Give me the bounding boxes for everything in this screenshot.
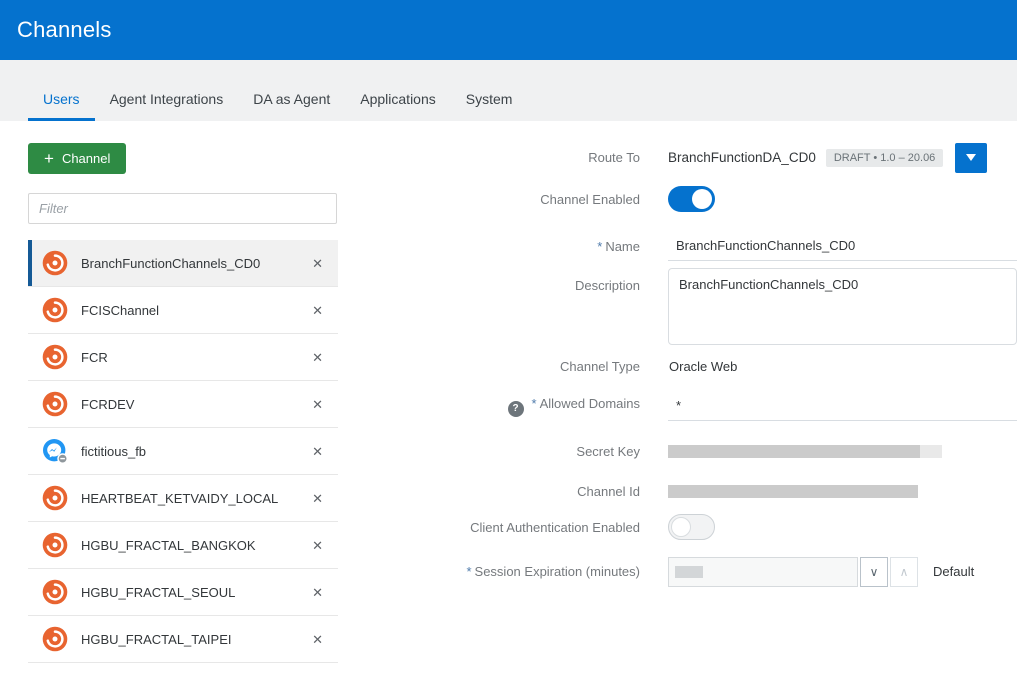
page-title: Channels [17, 17, 112, 42]
content-area: + Channel BranchFunctionChannels_CD0✕FCI… [0, 121, 1017, 676]
oda-channel-icon [42, 297, 68, 323]
oda-channel-icon [42, 250, 68, 276]
oda-channel-icon [42, 485, 68, 511]
stepper-down-button[interactable]: ∨ [860, 556, 888, 587]
chevron-down-icon [966, 154, 977, 161]
name-input[interactable] [668, 231, 1017, 261]
delete-channel-icon[interactable]: ✕ [309, 349, 326, 366]
channel-type-value: Oracle Web [669, 358, 738, 374]
tab-agent-integrations[interactable]: Agent Integrations [95, 81, 239, 121]
route-to-value: BranchFunctionDA_CD0 [668, 150, 816, 165]
plus-icon: + [44, 148, 54, 168]
required-asterisk: * [531, 395, 537, 411]
name-label: * Name [597, 238, 640, 254]
channel-name: FCR [81, 349, 108, 365]
allowed-domains-row: ? * Allowed Domains [440, 391, 1017, 421]
add-channel-button[interactable]: + Channel [28, 143, 127, 174]
channel-list-item[interactable]: HGBU_FRACTAL_SEOUL ✕ [28, 569, 338, 616]
oda-channel-icon [42, 626, 68, 652]
messenger-channel-icon [42, 438, 68, 464]
channel-name: HGBU_FRACTAL_SEOUL [81, 584, 236, 600]
channel-list-item[interactable]: FCISChannel ✕ [28, 287, 338, 334]
description-label: Description [574, 278, 640, 293]
channel-enabled-label: Channel Enabled [540, 191, 640, 207]
delete-channel-icon[interactable]: ✕ [309, 396, 326, 413]
toggle-knob [692, 189, 712, 209]
channel-name: FCISChannel [81, 302, 160, 318]
filter-input[interactable] [28, 193, 337, 224]
channel-type-label: Channel Type [560, 358, 640, 374]
allowed-domains-label: ? * Allowed Domains [440, 396, 640, 417]
channel-enabled-toggle[interactable] [668, 186, 715, 212]
session-expiration-row: * Session Expiration (minutes) ∨ ∧ Defaul… [440, 556, 1017, 587]
channel-list-item[interactable]: FCR ✕ [28, 334, 338, 381]
app-header: Channels [0, 0, 1017, 60]
allowed-domains-input[interactable] [668, 391, 1017, 421]
channel-id-label: Channel Id [577, 483, 640, 499]
oda-channel-icon [42, 532, 68, 558]
secret-key-redacted-tail [920, 444, 942, 458]
tab-users[interactable]: Users [28, 81, 95, 121]
delete-channel-icon[interactable]: ✕ [309, 490, 326, 507]
client-auth-row: Client Authentication Enabled [440, 513, 1017, 541]
channel-id-row: Channel Id [440, 483, 1017, 499]
channel-list: BranchFunctionChannels_CD0 ✕ FCISChannel ✕ F… [28, 240, 338, 663]
session-expiration-default: Default [933, 564, 975, 579]
channel-enabled-row: Channel Enabled [440, 185, 1017, 213]
tab-bar: Users Agent Integrations DA as Agent Applic… [0, 60, 1017, 121]
required-asterisk: * [466, 564, 472, 579]
channel-name: HGBU_FRACTAL_TAIPEI [81, 631, 232, 647]
description-row: Description BranchFunctionChannels_CD0 [440, 268, 1017, 345]
channel-list-item[interactable]: FCRDEV ✕ [28, 381, 338, 428]
secret-key-redacted-value [668, 444, 920, 458]
oda-channel-icon [42, 344, 68, 370]
route-to-label: Route To [588, 150, 640, 165]
channel-name: FCRDEV [81, 396, 135, 412]
channel-name: HGBU_FRACTAL_BANGKOK [81, 537, 256, 553]
channel-detail-form: Route To BranchFunctionDA_CD0 DRAFT • 1.… [440, 121, 1017, 587]
channel-name: fictitious_fb [81, 443, 147, 459]
channel-list-item[interactable]: HGBU_FRACTAL_BANGKOK ✕ [28, 522, 338, 569]
session-expiration-label: * Session Expiration (minutes) [466, 564, 640, 579]
client-auth-toggle[interactable] [668, 514, 715, 540]
session-expiration-input[interactable] [668, 556, 858, 587]
route-to-row: Route To BranchFunctionDA_CD0 DRAFT • 1.… [440, 142, 1017, 173]
channel-id-redacted-value [668, 484, 918, 498]
tab-da-as-agent[interactable]: DA as Agent [238, 81, 345, 121]
required-asterisk: * [597, 238, 603, 254]
tab-system[interactable]: System [451, 81, 528, 121]
delete-channel-icon[interactable]: ✕ [309, 631, 326, 648]
description-textarea[interactable]: BranchFunctionChannels_CD0 [668, 268, 1017, 345]
tab-applications[interactable]: Applications [345, 81, 451, 121]
toggle-knob [671, 517, 691, 537]
oda-channel-icon [42, 391, 68, 417]
name-row: * Name [440, 231, 1017, 261]
client-auth-label: Client Authentication Enabled [470, 519, 640, 535]
channel-list-item[interactable]: fictitious_fb ✕ [28, 428, 338, 475]
delete-channel-icon[interactable]: ✕ [309, 255, 326, 272]
route-to-dropdown-button[interactable] [955, 142, 988, 173]
secret-key-row: Secret Key [440, 443, 1017, 459]
delete-channel-icon[interactable]: ✕ [309, 584, 326, 601]
channel-name: BranchFunctionChannels_CD0 [81, 255, 261, 271]
delete-channel-icon[interactable]: ✕ [309, 537, 326, 554]
channel-list-item[interactable]: BranchFunctionChannels_CD0 ✕ [28, 240, 338, 287]
help-icon[interactable]: ? [507, 400, 524, 417]
delete-channel-icon[interactable]: ✕ [309, 302, 326, 319]
channel-type-row: Channel Type Oracle Web [440, 353, 1017, 379]
delete-channel-icon[interactable]: ✕ [309, 443, 326, 460]
version-badge: DRAFT • 1.0 – 20.06 [825, 148, 944, 167]
channel-list-item[interactable]: HEARTBEAT_KETVAIDY_LOCAL ✕ [28, 475, 338, 522]
add-channel-button-label: Channel [61, 151, 111, 166]
stepper-up-button[interactable]: ∧ [890, 556, 918, 587]
channel-name: HEARTBEAT_KETVAIDY_LOCAL [81, 490, 279, 506]
oda-channel-icon [42, 579, 68, 605]
channel-list-panel: + Channel BranchFunctionChannels_CD0✕FCI… [16, 121, 338, 676]
channel-list-item[interactable]: HGBU_FRACTAL_TAIPEI ✕ [28, 616, 338, 663]
session-expiration-redacted-value [675, 565, 703, 578]
secret-key-label: Secret Key [576, 443, 640, 459]
